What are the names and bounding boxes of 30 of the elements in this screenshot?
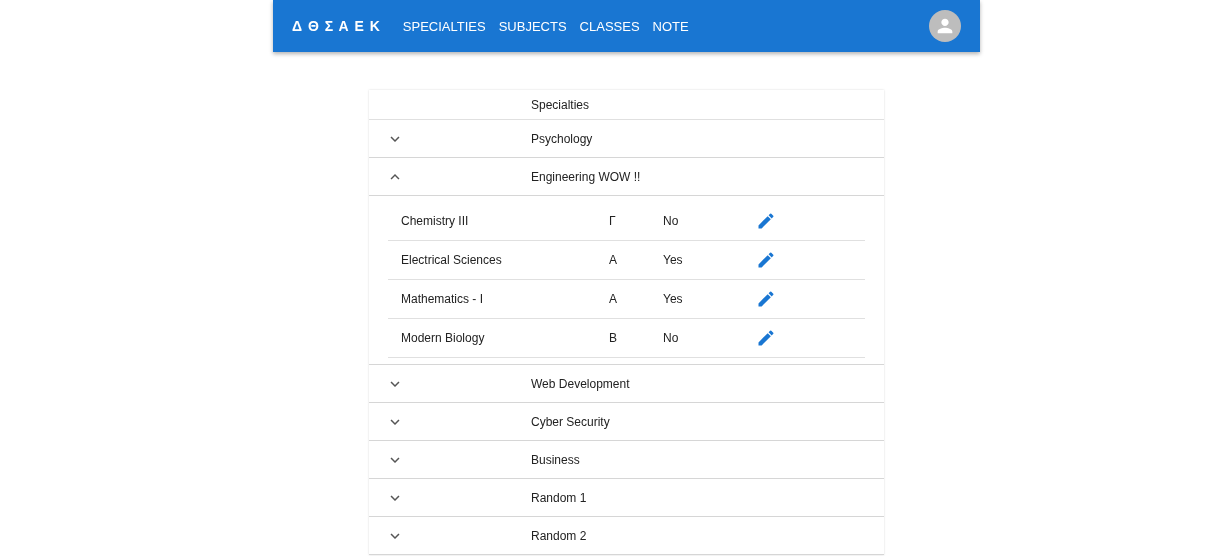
subject-name: Chemistry III (400, 214, 470, 228)
class-label: B (609, 331, 618, 345)
specialty-name: Random 1 (531, 490, 587, 505)
edit-icon[interactable] (756, 250, 776, 270)
nav-link[interactable]: NOTE (652, 18, 689, 34)
subject-name: Electrical Sciences (400, 253, 503, 267)
specialty-name: Cyber Security (531, 414, 610, 429)
edit-icon[interactable] (756, 211, 776, 231)
column-header: Specialties (531, 97, 590, 112)
edit-icon[interactable] (756, 328, 776, 348)
specialty-name: Random 2 (531, 528, 587, 543)
subject-name: Mathematics - I (400, 292, 485, 306)
table-cell-text: No (663, 331, 680, 345)
specialty-name: Business (531, 452, 580, 467)
nav-link[interactable]: SUBJECTS (498, 18, 567, 34)
avatar-icon[interactable] (929, 10, 961, 42)
app-logo[interactable]: Δ Θ Σ Α Ε Κ (292, 18, 381, 34)
edit-icon[interactable] (756, 289, 776, 309)
class-label: Γ (609, 214, 617, 228)
table-cell-text: Yes (663, 253, 684, 267)
nav-link[interactable]: CLASSES (579, 18, 640, 34)
subject-name: Modern Biology (400, 331, 486, 345)
table-cell-text: No (663, 214, 680, 228)
specialty-name: Psychology (531, 131, 593, 146)
nav-link[interactable]: SPECIALTIES (402, 18, 486, 34)
specialty-name: Engineering WOW !! (531, 169, 641, 184)
specialty-name: Web Development (531, 376, 630, 391)
class-label: A (609, 292, 618, 306)
class-label: A (609, 253, 618, 267)
table-cell-text: Yes (663, 292, 684, 306)
